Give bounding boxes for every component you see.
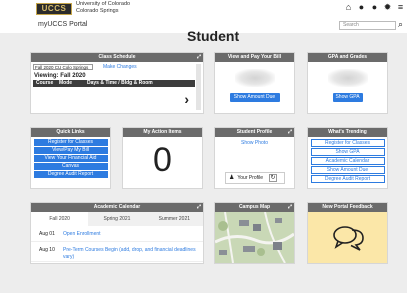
trending-academic-calendar[interactable]: Academic Calendar [310,157,385,165]
scrollbar[interactable] [196,64,201,110]
action-items-count: 0 [153,141,172,179]
academic-calendar-title: Academic Calendar ⤢ [31,203,203,212]
tab-summer-2021[interactable]: Summer 2021 [145,212,203,226]
feedback-body[interactable] [308,212,387,263]
campus-map-card: Campus Map ⤢ [214,202,295,264]
home-icon[interactable]: ⌂ [344,3,353,12]
action-items-title: My Action Items [123,128,202,137]
quick-link-financial-aid[interactable]: View Your Financial Aid [33,155,108,162]
show-amount-due-button[interactable]: Show Amount Due [229,93,280,102]
chat-bubbles-icon [333,226,364,251]
trending-title: What's Trending [308,128,387,137]
gear-icon[interactable]: ✹ [383,3,392,12]
trending-card: What's Trending Register for Classes Sho… [307,127,388,189]
viewing-label: Viewing: Fall 2020 [34,73,86,79]
portal-title: myUCCS Portal [38,21,88,28]
trending-show-gpa[interactable]: Show GPA [310,148,385,156]
calendar-tabs: Fall 2020 Spring 2021 Summer 2021 [31,212,203,226]
show-photo-link[interactable]: Show Photo [215,140,294,146]
page-title: Student [187,28,240,44]
feedback-title: New Portal Feedback [308,203,387,212]
class-schedule-card: Class Schedule ⤢ Fall 2020 CU Colo Spring… [30,52,204,114]
col-course: Course [36,80,54,86]
student-profile-title: Student Profile ⤢ [215,128,294,137]
col-days-time: Days & Time / Bldg & Room [87,80,153,86]
trending-register[interactable]: Register for Classes [310,139,385,147]
trending-show-amount-due[interactable]: Show Amount Due [310,166,385,174]
university-line1: University of Colorado [76,1,131,7]
bell-icon[interactable]: ● [357,3,366,12]
col-mode: Mode [59,80,73,86]
calendar-event: Aug 01 Open Enrollment [31,226,203,242]
event-date: Aug 10 [39,247,55,253]
bill-card: View and Pay Your Bill Show Amount Due [214,52,295,114]
expand-icon[interactable]: ⤢ [288,128,292,137]
gpa-title: GPA and Grades [308,53,387,62]
event-link[interactable]: Open Enrollment [59,226,203,241]
quick-link-bill[interactable]: View/Pay My Bill [33,147,108,154]
expand-icon[interactable]: ⤢ [197,203,201,212]
search-input[interactable]: Search [339,21,396,30]
calendar-event: Aug 10 Pre-Term Courses Begin (add, drop… [31,242,203,262]
schedule-header: Course Mode Days & Time / Bldg & Room [33,80,195,87]
student-profile-card: Student Profile ⤢ Show Photo ♟ Your Profi… [214,127,295,189]
schedule-body: › [33,87,195,112]
show-gpa-button[interactable]: Show GPA [332,93,363,102]
person-icon: ♟ [229,175,235,181]
your-profile-label: Your Profile [237,175,264,181]
gpa-card: GPA and Grades Show GPA [307,52,388,114]
blurred-gpa [327,69,368,87]
event-date: Aug 01 [39,231,55,237]
quick-link-register[interactable]: Register for Classes [33,139,108,146]
quick-link-canvas[interactable]: Canvas [33,163,108,170]
campus-map-image[interactable] [215,211,294,263]
class-schedule-title: Class Schedule ⤢ [31,53,203,62]
make-changes-link[interactable]: Make Changes [103,64,137,70]
action-items-card: My Action Items 0 [122,127,203,189]
academic-calendar-card: Academic Calendar ⤢ Fall 2020 Spring 2021… [30,202,204,264]
quick-link-degree-audit[interactable]: Degree Audit Report [33,171,108,178]
schedule-table: Course Mode Days & Time / Bldg & Room › [33,80,195,112]
event-link[interactable]: Pre-Term Courses Begin (add, drop, and f… [59,242,203,261]
page: UCCS University of Colorado Colorado Spr… [0,0,407,293]
term-select[interactable]: Fall 2020 CU Colo Springs [33,64,93,70]
refresh-icon[interactable]: ↻ [269,174,278,182]
your-profile-box[interactable]: ♟ Your Profile ↻ [225,172,285,184]
expand-icon[interactable]: ⤢ [288,203,292,212]
search-icon[interactable]: ⌕ [398,19,403,30]
blurred-amount [234,69,275,87]
expand-icon[interactable]: ⤢ [197,53,201,62]
feedback-card: New Portal Feedback [307,202,388,264]
quick-links-title: Quick Links [31,128,110,137]
tab-fall-2020[interactable]: Fall 2020 [31,212,89,226]
next-arrow-icon[interactable]: › [184,91,189,107]
trending-degree-audit[interactable]: Degree Audit Report [310,175,385,183]
tab-spring-2021[interactable]: Spring 2021 [88,212,146,226]
university-name: University of Colorado Colorado Springs [76,1,130,15]
bill-title: View and Pay Your Bill [215,53,294,62]
top-icons: ⌂ ● ● ✹ ≡ [344,3,405,12]
menu-icon[interactable]: ≡ [396,3,405,12]
user-icon[interactable]: ● [370,3,379,12]
quick-links-card: Quick Links Register for Classes View/Pa… [30,127,111,189]
campus-map-title: Campus Map ⤢ [215,203,294,212]
university-line2: Colorado Springs [76,8,119,14]
uccs-logo[interactable]: UCCS [36,3,72,15]
